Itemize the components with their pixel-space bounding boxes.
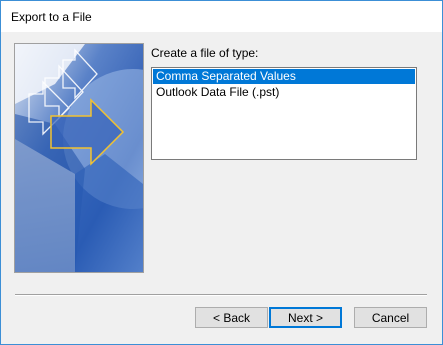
back-button[interactable]: < Back xyxy=(195,307,268,328)
list-item-csv[interactable]: Comma Separated Values xyxy=(153,69,415,84)
dialog-title: Export to a File xyxy=(11,10,92,24)
export-dialog: Export to a File Create a file of type: … xyxy=(0,0,443,345)
title-bar[interactable]: Export to a File xyxy=(1,1,442,32)
list-item-pst[interactable]: Outlook Data File (.pst) xyxy=(153,85,415,100)
cancel-button[interactable]: Cancel xyxy=(354,307,427,328)
wizard-illustration xyxy=(14,43,144,273)
next-button[interactable]: Next > xyxy=(269,307,342,328)
wizard-arrows-graphic xyxy=(15,44,143,272)
file-type-prompt: Create a file of type: xyxy=(151,46,259,60)
file-type-listbox[interactable]: Comma Separated Values Outlook Data File… xyxy=(151,67,417,160)
separator-line xyxy=(15,294,427,296)
